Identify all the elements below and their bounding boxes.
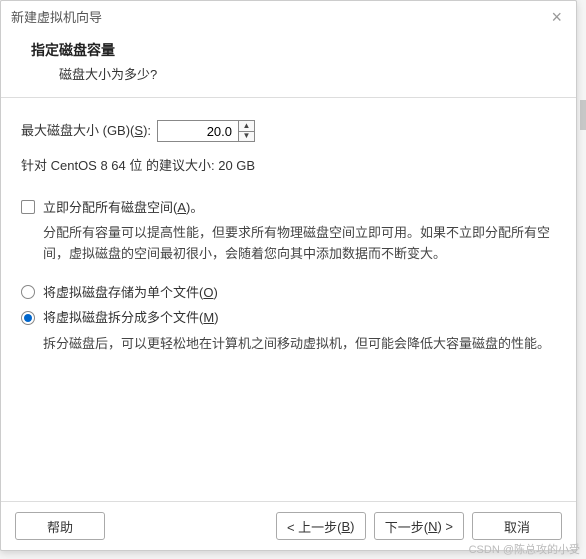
store-single-option[interactable]: 将虚拟磁盘存储为单个文件(O) <box>21 283 556 303</box>
titlebar: 新建虚拟机向导 × <box>1 1 576 32</box>
watermark-text: CSDN @陈总攻的小受 <box>469 541 580 557</box>
spinner-up-icon[interactable]: ▲ <box>239 121 254 132</box>
allocate-block: 立即分配所有磁盘空间(A)。 分配所有容量可以提高性能，但要求所有物理磁盘空间立… <box>21 198 556 265</box>
store-split-option[interactable]: 将虚拟磁盘拆分成多个文件(M) <box>21 308 556 328</box>
allocate-now-checkbox[interactable] <box>21 200 35 214</box>
recommended-size: 针对 CentOS 8 64 位 的建议大小: 20 GB <box>21 156 556 176</box>
allocate-now-option[interactable]: 立即分配所有磁盘空间(A)。 <box>21 198 556 218</box>
disk-size-row: 最大磁盘大小 (GB)(S): ▲ ▼ <box>21 120 556 142</box>
store-split-description: 拆分磁盘后，可以更轻松地在计算机之间移动虚拟机，但可能会降低大容量磁盘的性能。 <box>21 334 556 355</box>
allocate-now-description: 分配所有容量可以提高性能，但要求所有物理磁盘空间立即可用。如果不立即分配所有空间… <box>21 223 556 265</box>
page-title: 指定磁盘容量 <box>31 40 546 60</box>
cancel-button[interactable]: 取消 <box>472 512 562 540</box>
allocate-now-label: 立即分配所有磁盘空间(A)。 <box>43 198 203 218</box>
spinner-down-icon[interactable]: ▼ <box>239 132 254 142</box>
store-split-label: 将虚拟磁盘拆分成多个文件(M) <box>43 308 219 328</box>
store-block: 将虚拟磁盘存储为单个文件(O) 将虚拟磁盘拆分成多个文件(M) 拆分磁盘后，可以… <box>21 283 556 355</box>
disk-size-input[interactable] <box>158 121 238 141</box>
spinner-buttons: ▲ ▼ <box>238 121 254 141</box>
store-single-label: 将虚拟磁盘存储为单个文件(O) <box>43 283 218 303</box>
page-subtitle: 磁盘大小为多少? <box>31 64 546 83</box>
back-button[interactable]: < 上一步(B) <box>276 512 366 540</box>
next-button[interactable]: 下一步(N) > <box>374 512 464 540</box>
disk-size-label: 最大磁盘大小 (GB)(S): <box>21 121 151 141</box>
background-edge <box>580 100 586 130</box>
help-button[interactable]: 帮助 <box>15 512 105 540</box>
close-icon[interactable]: × <box>547 8 566 26</box>
wizard-dialog: 新建虚拟机向导 × 指定磁盘容量 磁盘大小为多少? 最大磁盘大小 (GB)(S)… <box>0 0 577 551</box>
store-split-radio[interactable] <box>21 311 35 325</box>
window-title: 新建虚拟机向导 <box>11 7 102 26</box>
disk-size-spinner[interactable]: ▲ ▼ <box>157 120 255 142</box>
store-single-radio[interactable] <box>21 285 35 299</box>
wizard-content: 最大磁盘大小 (GB)(S): ▲ ▼ 针对 CentOS 8 64 位 的建议… <box>1 98 576 501</box>
wizard-header: 指定磁盘容量 磁盘大小为多少? <box>1 32 576 98</box>
